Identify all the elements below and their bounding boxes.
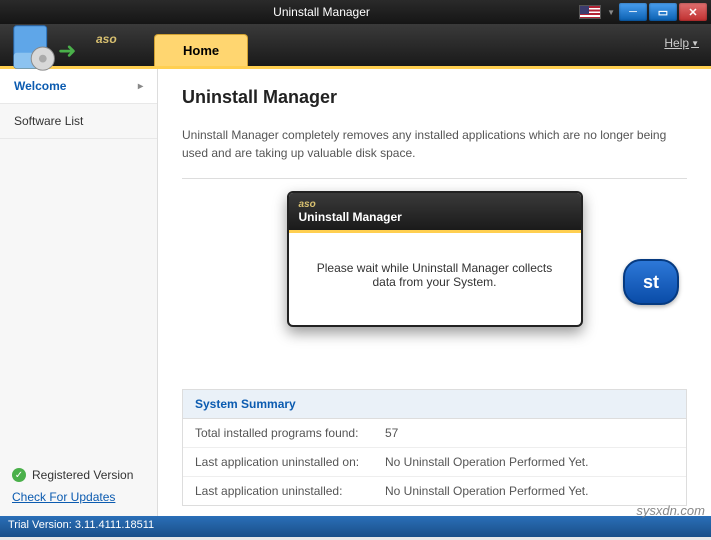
system-summary: System Summary Total installed programs …: [182, 389, 687, 506]
page-title: Uninstall Manager: [182, 87, 687, 108]
status-bar: Trial Version: 3.11.4111.18511: [0, 516, 711, 537]
summary-value: No Uninstall Operation Performed Yet.: [385, 455, 674, 469]
summary-key: Last application uninstalled on:: [195, 455, 385, 469]
sidebar: Welcome ▸ Software List ✓ Registered Ver…: [0, 69, 158, 516]
help-link[interactable]: Help ▼: [664, 36, 699, 50]
sidebar-item-label: Software List: [14, 114, 83, 128]
window-title: Uninstall Manager: [64, 5, 579, 19]
summary-heading: System Summary: [183, 390, 686, 419]
maximize-button[interactable]: ▭: [649, 3, 677, 21]
title-bar: Uninstall Manager ▼ ─ ▭ ✕: [0, 0, 711, 24]
dialog-body: Please wait while Uninstall Manager coll…: [289, 233, 581, 325]
summary-value: 57: [385, 426, 674, 440]
language-flag-icon[interactable]: [579, 5, 601, 19]
check-updates-link[interactable]: Check For Updates: [12, 490, 115, 504]
summary-key: Last application uninstalled:: [195, 484, 385, 498]
watermark: sysxdn.com: [636, 503, 705, 518]
dialog-header: aso Uninstall Manager: [289, 193, 581, 230]
menu-bar: ➜ aso Home Help ▼: [0, 24, 711, 66]
registered-status: ✓ Registered Version: [12, 468, 145, 482]
page-description: Uninstall Manager completely removes any…: [182, 126, 687, 179]
arrow-forward-icon: ➜: [58, 38, 76, 64]
content-area: Uninstall Manager Uninstall Manager comp…: [158, 69, 711, 516]
sidebar-item-label: Welcome: [14, 79, 66, 93]
summary-row: Last application uninstalled: No Uninsta…: [183, 477, 686, 505]
tab-home[interactable]: Home: [154, 34, 248, 66]
dialog-title: Uninstall Manager: [299, 210, 571, 224]
status-text: Trial Version: 3.11.4111.18511: [8, 519, 154, 531]
summary-value: No Uninstall Operation Performed Yet.: [385, 484, 674, 498]
minimize-button[interactable]: ─: [619, 3, 647, 21]
close-button[interactable]: ✕: [679, 3, 707, 21]
progress-dialog: aso Uninstall Manager Please wait while …: [287, 191, 583, 327]
chevron-down-icon[interactable]: ▼: [607, 8, 615, 17]
middle-area: st aso Uninstall Manager Please wait whi…: [182, 191, 687, 377]
chevron-down-icon: ▼: [691, 39, 699, 48]
summary-row: Total installed programs found: 57: [183, 419, 686, 448]
scan-button[interactable]: st: [623, 259, 679, 305]
main-area: Welcome ▸ Software List ✓ Registered Ver…: [0, 66, 711, 516]
summary-row: Last application uninstalled on: No Unin…: [183, 448, 686, 477]
check-icon: ✓: [12, 468, 26, 482]
summary-key: Total installed programs found:: [195, 426, 385, 440]
chevron-right-icon: ▸: [138, 81, 143, 92]
brand-label: aso: [96, 32, 117, 46]
sidebar-item-software-list[interactable]: Software List: [0, 104, 157, 139]
dialog-brand: aso: [299, 199, 571, 210]
